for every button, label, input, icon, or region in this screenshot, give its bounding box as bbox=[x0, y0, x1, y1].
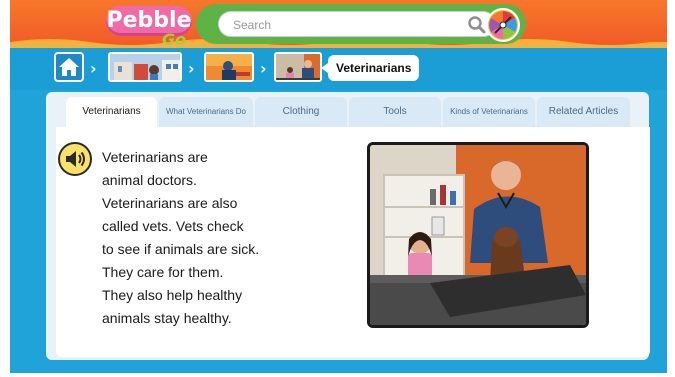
tab-kinds-of-veterinarians[interactable]: Kinds of Veterinarians bbox=[443, 97, 535, 127]
community-thumbnail-image bbox=[110, 54, 180, 80]
search-box bbox=[218, 11, 496, 37]
chevron-right-icon: › bbox=[188, 59, 195, 78]
jobs-thumbnail-image bbox=[206, 54, 252, 80]
tab-clothing[interactable]: Clothing bbox=[255, 97, 347, 127]
tab-veterinarians[interactable]: Veterinarians bbox=[66, 97, 157, 127]
speaker-icon bbox=[66, 151, 85, 167]
breadcrumb-current-label: Veterinarians bbox=[320, 55, 420, 81]
read-aloud-button[interactable] bbox=[58, 142, 92, 176]
pebblego-logo[interactable]: Pebble Go bbox=[106, 4, 194, 49]
home-icon bbox=[59, 58, 79, 76]
tab-what-veterinarians-do[interactable]: What Veterinarians Do bbox=[159, 97, 253, 127]
article-line: They also help healthy bbox=[102, 287, 243, 303]
article-line: animals stay healthy. bbox=[102, 310, 232, 326]
breadcrumb-thumb-community[interactable] bbox=[108, 52, 182, 82]
veterinarian-exam-photo bbox=[370, 145, 586, 325]
search-icon[interactable] bbox=[467, 15, 487, 35]
article-line: Veterinarians are bbox=[102, 149, 208, 165]
breadcrumb-thumb-veterinarians[interactable] bbox=[274, 52, 322, 82]
article-line: Veterinarians are also bbox=[102, 195, 238, 211]
chevron-right-icon: › bbox=[260, 59, 267, 78]
article-body-text: Veterinarians are animal doctors. Veteri… bbox=[102, 146, 352, 330]
article-line: animal doctors. bbox=[102, 172, 197, 188]
home-button[interactable] bbox=[54, 52, 84, 82]
tab-related-articles[interactable]: Related Articles bbox=[537, 97, 630, 127]
article-photo[interactable] bbox=[367, 142, 589, 328]
spinner-wheel-icon[interactable] bbox=[486, 8, 520, 42]
article-line: They care for them. bbox=[102, 264, 224, 280]
article-line: to see if animals are sick. bbox=[102, 241, 260, 257]
search-input[interactable] bbox=[231, 15, 455, 35]
chevron-right-icon: › bbox=[90, 59, 97, 78]
breadcrumb-thumb-jobs[interactable] bbox=[204, 52, 254, 82]
article-tabs: Veterinarians What Veterinarians Do Clot… bbox=[66, 97, 652, 127]
veterinarians-thumbnail-image bbox=[276, 54, 320, 80]
article-line: called vets. Vets check bbox=[102, 218, 244, 234]
app-window: Pebble Go › bbox=[10, 0, 667, 373]
tab-tools[interactable]: Tools bbox=[349, 97, 441, 127]
logo-sub-text: Go bbox=[162, 30, 187, 49]
